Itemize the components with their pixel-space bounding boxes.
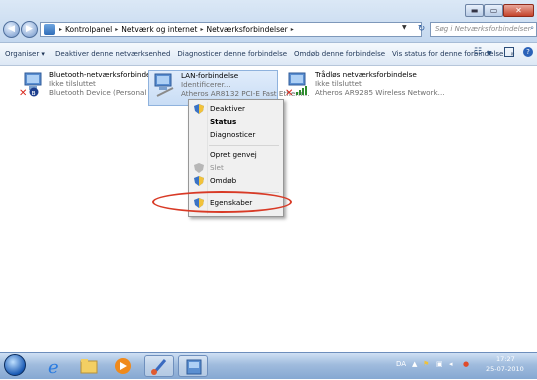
menu-label: Diagnosticer xyxy=(210,130,256,139)
network-adapter-icon: ✕ ʙ xyxy=(19,71,45,99)
control-panel-icon xyxy=(44,24,55,35)
preview-pane-icon[interactable] xyxy=(504,47,514,57)
menu-label: Opret genvej xyxy=(210,150,257,159)
taskbar: e DA ▲ ⚑ ▣ ◂ ● 17:27 25-07-2010 xyxy=(0,352,537,379)
menu-item-diagnose[interactable]: Diagnosticer xyxy=(189,129,281,141)
annotation-circle xyxy=(152,191,292,213)
menu-label: Omdøb xyxy=(210,176,237,185)
internet-explorer-icon[interactable]: e xyxy=(40,355,70,378)
menu-label: Deaktiver xyxy=(210,104,245,113)
breadcrumb-connections[interactable]: Netværksforbindelser xyxy=(206,25,287,34)
search-icon[interactable]: ⌕ xyxy=(530,24,534,33)
address-dropdown-icon[interactable]: ▼ xyxy=(402,24,407,31)
clock-time[interactable]: 17:27 xyxy=(496,355,515,363)
control-panel-taskbar-icon[interactable] xyxy=(178,355,208,377)
power-tray-icon[interactable]: ● xyxy=(463,360,469,368)
clock-date[interactable]: 25-07-2010 xyxy=(486,365,524,373)
connection-wireless[interactable]: ✕ Trådløs netværksforbindelse Ikke tilsl… xyxy=(285,70,445,106)
explorer-folder-icon[interactable] xyxy=(74,355,104,377)
breadcrumb-network[interactable]: Netværk og internet xyxy=(121,25,197,34)
shield-icon xyxy=(194,163,204,173)
breadcrumb-kontrolpanel[interactable]: Kontrolpanel xyxy=(65,25,112,34)
forward-button[interactable]: ▶ xyxy=(21,21,38,38)
menu-item-create-shortcut[interactable]: Opret genvej xyxy=(189,149,281,161)
menu-item-rename[interactable]: Omdøb xyxy=(189,175,281,187)
svg-text:✕: ✕ xyxy=(285,88,293,97)
view-options-icon[interactable]: ☷ xyxy=(474,47,482,57)
menu-label: Status xyxy=(210,117,237,126)
minimize-button[interactable]: ▬ xyxy=(465,4,484,17)
search-input[interactable]: Søg i Netværksforbindelser ⌕ xyxy=(430,22,537,37)
menu-item-disable[interactable]: Deaktiver xyxy=(189,103,281,115)
connection-bluetooth[interactable]: ✕ ʙ Bluetooth-netværksforbindelse Ikke ti… xyxy=(19,70,174,106)
shield-icon xyxy=(194,176,204,186)
media-player-icon[interactable] xyxy=(108,355,138,377)
breadcrumb-separator: ▸ xyxy=(290,26,294,33)
connection-device: Atheros AR9285 Wireless Network... xyxy=(315,88,445,97)
maximize-button[interactable]: ▭ xyxy=(484,4,503,17)
address-bar[interactable]: ▸ Kontrolpanel ▸ Netværk og internet ▸ N… xyxy=(40,22,422,37)
search-placeholder: Søg i Netværksforbindelser xyxy=(435,25,531,33)
menu-separator xyxy=(209,145,279,146)
menu-label: Slet xyxy=(210,163,224,172)
breadcrumb-separator: ▸ xyxy=(115,26,119,33)
back-button[interactable]: ◀ xyxy=(3,21,20,38)
svg-text:ʙ: ʙ xyxy=(32,89,36,97)
speaker-tray-icon[interactable]: ◂ xyxy=(449,360,453,368)
command-bar: Organiser ▾ Deaktiver denne netværksenhe… xyxy=(0,43,537,66)
menu-item-delete[interactable]: Slet xyxy=(189,162,281,174)
help-icon[interactable]: ? xyxy=(523,47,533,57)
rename-button[interactable]: Omdøb denne forbindelse xyxy=(294,50,385,58)
language-indicator[interactable]: DA xyxy=(396,360,406,368)
disable-device-button[interactable]: Deaktiver denne netværksenhed xyxy=(55,50,170,58)
diagnose-button[interactable]: Diagnosticer denne forbindelse xyxy=(177,50,287,58)
breadcrumb-separator: ▸ xyxy=(200,26,204,33)
refresh-icon[interactable]: ↻ xyxy=(415,23,428,36)
wireless-adapter-icon: ✕ xyxy=(285,71,311,99)
show-hidden-icons[interactable]: ▲ xyxy=(412,360,417,368)
start-button[interactable] xyxy=(4,354,26,376)
network-tray-icon[interactable]: ▣ xyxy=(436,360,443,368)
connection-name: Trådløs netværksforbindelse xyxy=(315,70,417,79)
network-adapter-icon xyxy=(151,72,177,98)
connection-status: Ikke tilsluttet xyxy=(315,79,362,88)
security-flag-icon[interactable]: ⚑ xyxy=(423,360,429,368)
menu-item-status[interactable]: Status xyxy=(189,116,281,128)
breadcrumb-separator: ▸ xyxy=(59,26,63,33)
shield-icon xyxy=(194,104,204,114)
svg-text:✕: ✕ xyxy=(19,88,27,97)
view-dropdown-icon[interactable]: ▼ xyxy=(487,50,492,57)
close-button[interactable]: ✕ xyxy=(503,4,534,17)
organize-button[interactable]: Organiser ▾ xyxy=(5,50,45,58)
paint-app-icon[interactable] xyxy=(144,355,174,377)
svg-text:e: e xyxy=(48,357,59,377)
